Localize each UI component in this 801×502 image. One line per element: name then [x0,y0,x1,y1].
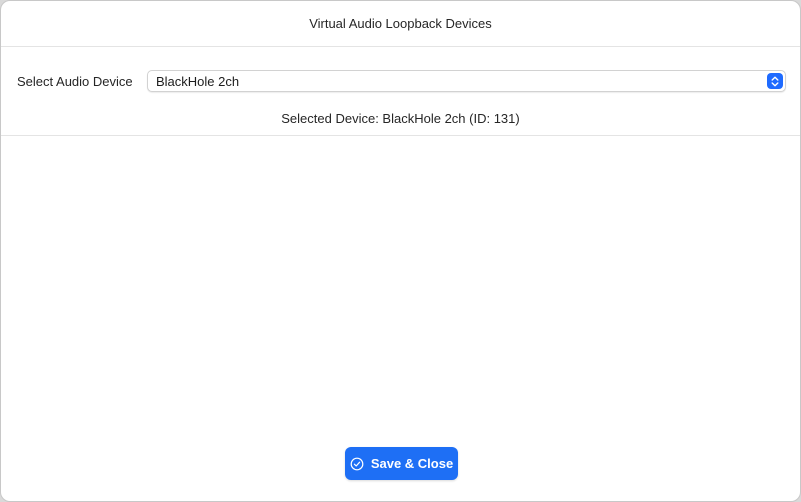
checkmark-circle-icon [350,457,364,471]
content-area [1,136,800,436]
window-title: Virtual Audio Loopback Devices [309,16,492,31]
save-close-button[interactable]: Save & Close [345,447,458,480]
app-window: Virtual Audio Loopback Devices Select Au… [0,0,801,502]
audio-device-select[interactable]: BlackHole 2ch [147,70,786,92]
selected-device-info: Selected Device: BlackHole 2ch (ID: 131) [281,111,520,126]
device-selector-row: Select Audio Device BlackHole 2ch [17,70,786,92]
save-close-label: Save & Close [370,456,454,471]
chevron-up-down-icon[interactable] [767,73,783,89]
device-selector-label: Select Audio Device [17,73,133,89]
audio-device-select-value: BlackHole 2ch [156,73,240,89]
window-titlebar: Virtual Audio Loopback Devices [1,1,800,47]
